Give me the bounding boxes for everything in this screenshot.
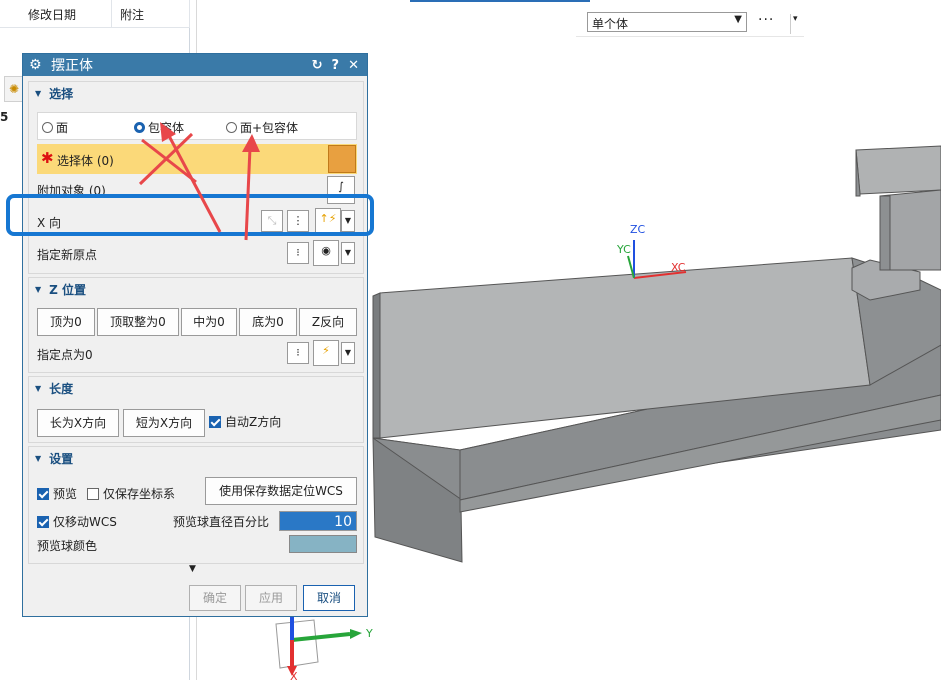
help-icon[interactable]: ?	[332, 58, 340, 73]
vector-dialog-icon[interactable]: ⋮	[287, 210, 309, 232]
point-dialog-icon[interactable]: ⁝	[287, 342, 309, 364]
z-reverse-button[interactable]: Z反向	[299, 308, 357, 336]
z-section-header[interactable]: ▼ Z 位置	[29, 278, 363, 300]
inferred-point-icon[interactable]: ⚡	[313, 340, 339, 366]
dialog-title: 摆正体	[51, 58, 93, 74]
ball-color-label: 预览球颜色	[37, 539, 98, 553]
view-x-label: X	[290, 670, 298, 680]
length-section: ▼ 长度 长为X方向 短为X方向 自动Z方向	[28, 376, 364, 443]
expand-more-icon[interactable]: ▼	[189, 564, 196, 574]
collapse-triangle-icon: ▼	[35, 383, 42, 393]
radio-bounding-body[interactable]: 包容体	[134, 119, 184, 136]
save-coords-only-checkbox[interactable]: 仅保存坐标系	[87, 485, 175, 502]
ball-diameter-input[interactable]: 10	[279, 511, 357, 531]
radio-face[interactable]: 面	[42, 119, 68, 136]
select-type-radio-group: 面 包容体 面+包容体	[37, 112, 357, 140]
middle-zero-button[interactable]: 中为0	[181, 308, 237, 336]
point-dialog-icon[interactable]: ⁝	[287, 242, 309, 264]
settings-section: ▼ 设置 预览 仅保存坐标系 使用保存数据定位WCS 仅移动WCS 预览球直径百分…	[28, 446, 364, 564]
model-face-upper-top	[855, 145, 941, 195]
select-body-row[interactable]: ✱ 选择体 (0)	[37, 144, 357, 174]
yc-label: YC	[616, 243, 631, 256]
xc-label: XC	[671, 261, 686, 274]
required-star-icon: ✱	[41, 149, 54, 167]
point-dropdown-arrow[interactable]: ▼	[341, 242, 355, 264]
top-zero-button[interactable]: 顶为0	[37, 308, 95, 336]
reset-icon[interactable]: ↻	[312, 58, 323, 73]
model-face-upper-block-side	[879, 195, 891, 271]
dialog-titlebar[interactable]: ⚙ 摆正体 ↻ ? ✕	[23, 54, 367, 76]
move-wcs-only-checkbox[interactable]: 仅移动WCS	[37, 513, 117, 530]
preview-checkbox[interactable]: 预览	[37, 485, 77, 502]
apply-button[interactable]: 应用	[245, 585, 297, 611]
select-section-header[interactable]: ▼ 选择	[29, 82, 363, 104]
gear-icon: ⚙	[29, 57, 42, 73]
new-origin-label: 指定新原点	[37, 248, 98, 262]
x-direction-label: X 向	[37, 216, 62, 230]
auto-z-checkbox[interactable]: 自动Z方向	[209, 413, 281, 430]
curve-select-icon[interactable]: ∫	[327, 176, 355, 204]
ball-diameter-label: 预览球直径百分比	[173, 515, 270, 529]
align-body-dialog: ⚙ 摆正体 ↻ ? ✕ ▼ 选择 面 包容体 面+包容体 ✱ 选择体 (0) 附加…	[22, 53, 368, 617]
ok-button[interactable]: 确定	[189, 585, 241, 611]
z-position-section: ▼ Z 位置 顶为0 顶取整为0 中为0 底为0 Z反向 指定点为0 ⁝ ⚡ ▼	[28, 277, 364, 373]
reverse-direction-icon[interactable]: ⤡	[261, 210, 283, 232]
settings-section-header[interactable]: ▼ 设置	[29, 447, 363, 469]
model-face-left	[372, 292, 381, 439]
long-as-x-button[interactable]: 长为X方向	[37, 409, 119, 437]
view-y-label: Y	[365, 627, 373, 640]
view-cube	[275, 619, 319, 669]
solid-body-icon[interactable]	[328, 145, 356, 173]
attach-object-label: 附加对象 (0)	[37, 184, 106, 198]
point-zero-dropdown-arrow[interactable]: ▼	[341, 342, 355, 364]
inferred-vector-icon[interactable]: ↑⚡	[315, 208, 341, 234]
radio-face-and-bounding[interactable]: 面+包容体	[226, 119, 298, 136]
ball-color-swatch[interactable]	[289, 535, 357, 553]
close-icon[interactable]: ✕	[348, 58, 359, 73]
collapse-triangle-icon: ▼	[35, 453, 42, 463]
cancel-button[interactable]: 取消	[303, 585, 355, 611]
top-round-zero-button[interactable]: 顶取整为0	[97, 308, 179, 336]
short-as-x-button[interactable]: 短为X方向	[123, 409, 205, 437]
use-saved-wcs-button[interactable]: 使用保存数据定位WCS	[205, 477, 357, 505]
zc-label: ZC	[630, 223, 646, 236]
vector-dropdown-arrow[interactable]: ▼	[341, 210, 355, 232]
point-center-icon[interactable]: ◉	[313, 240, 339, 266]
length-section-header[interactable]: ▼ 长度	[29, 377, 363, 399]
bottom-zero-button[interactable]: 底为0	[239, 308, 297, 336]
select-section: ▼ 选择 面 包容体 面+包容体 ✱ 选择体 (0) 附加对象 (0) ∫ X 向…	[28, 81, 364, 274]
point-zero-label: 指定点为0	[37, 348, 93, 362]
collapse-triangle-icon: ▼	[35, 88, 42, 98]
collapse-triangle-icon: ▼	[35, 284, 42, 294]
